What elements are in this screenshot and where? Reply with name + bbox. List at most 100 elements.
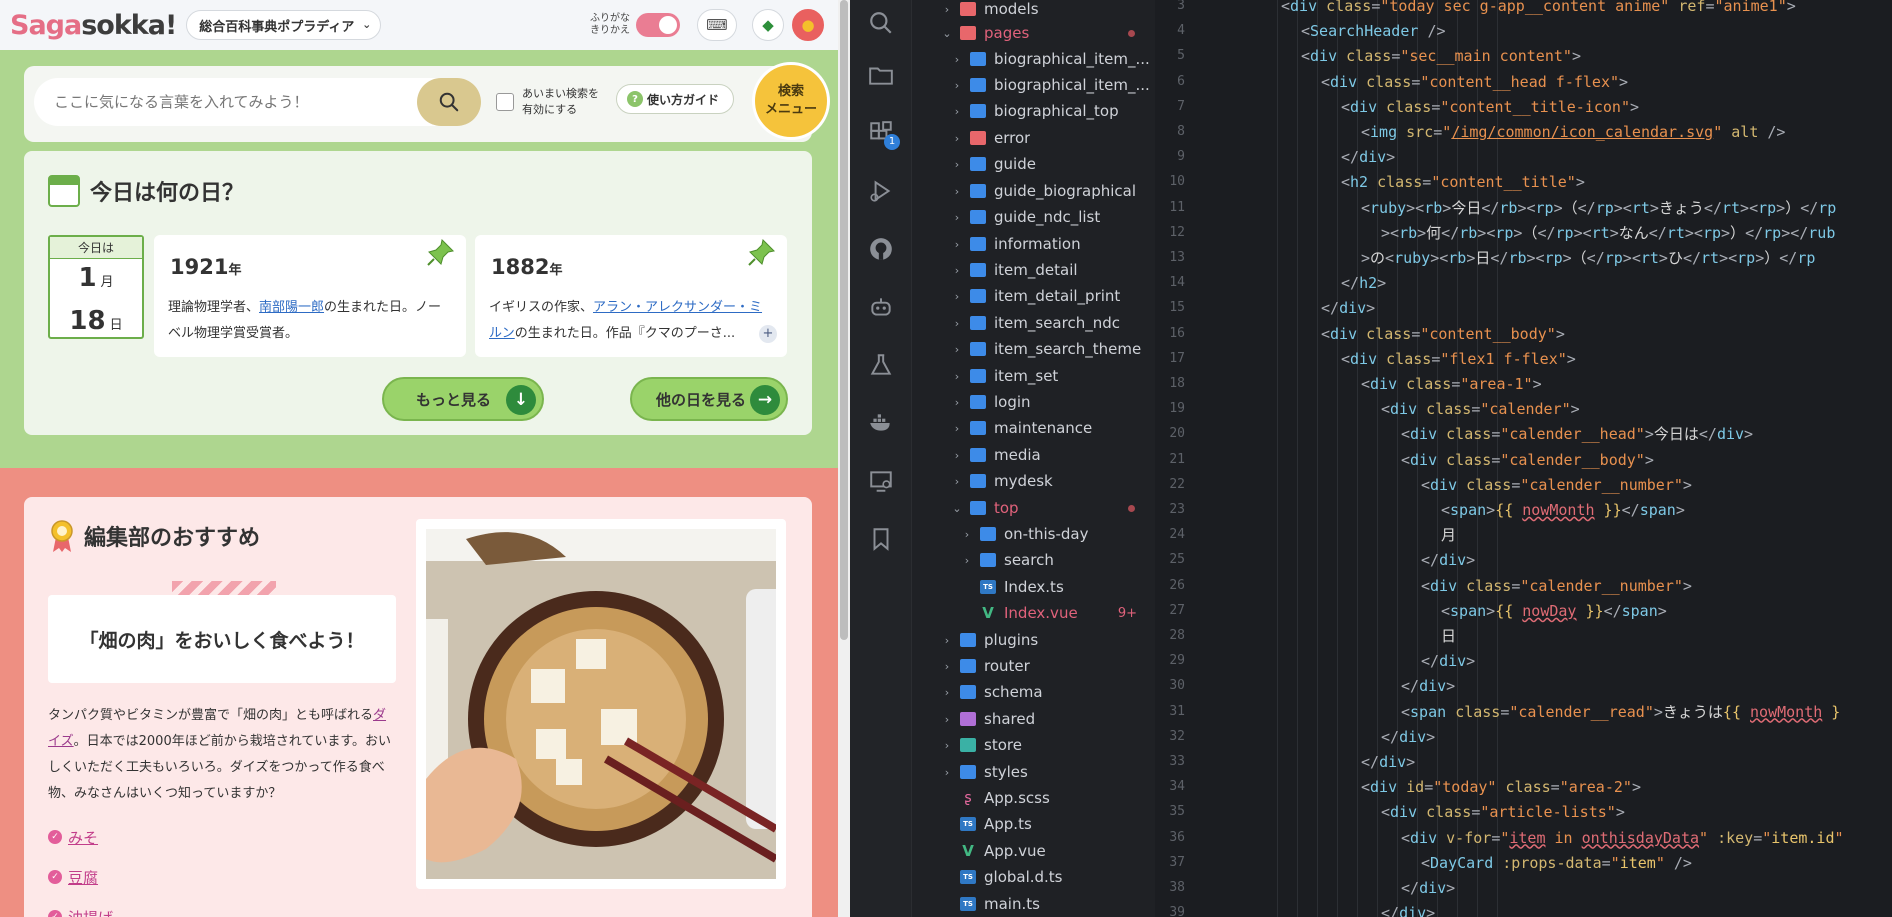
activity-search[interactable] xyxy=(850,0,912,46)
explorer-folder-row[interactable]: › item_detail xyxy=(912,257,1155,283)
explorer-item-label: global.d.ts xyxy=(984,868,1063,886)
furigana-toggle[interactable] xyxy=(636,13,680,37)
code-editor[interactable]: 3 4 5 6 7 8 9 10 11 12 13 14 15 16 17 18 19 20 21 22 23 24 25 2… xyxy=(1155,0,1892,917)
explorer-folder-row[interactable]: ⌄ pages xyxy=(912,20,1155,46)
explorer-folder-row[interactable]: › media xyxy=(912,442,1155,468)
related-link[interactable]: ✓ みそ xyxy=(48,817,113,857)
code-line: <div class="sec__main content"> xyxy=(1301,47,1581,66)
usage-guide-button[interactable]: ? 使い方ガイド xyxy=(616,84,735,114)
web-scrollbar-thumb[interactable] xyxy=(840,0,848,640)
activity-github[interactable] xyxy=(850,226,912,272)
explorer-folder-row[interactable]: ⌄ top xyxy=(912,495,1155,521)
search-icon xyxy=(870,12,892,34)
related-link[interactable]: ✓ 豆腐 xyxy=(48,857,113,897)
activity-testing[interactable] xyxy=(850,342,912,388)
calendar-head: 今日は xyxy=(50,237,142,259)
vue-file-icon: V xyxy=(982,604,994,622)
site-logo[interactable]: Sagasokka! xyxy=(10,10,177,41)
explorer-folder-row[interactable]: › router xyxy=(912,653,1155,679)
explorer-folder-row[interactable]: › mydesk xyxy=(912,468,1155,494)
day-card[interactable]: 1921年 理論物理学者、南部陽一郎の生まれた日。ノーベル物理学賞受賞者。 xyxy=(154,235,466,357)
explorer-folder-row[interactable]: › error xyxy=(912,125,1155,151)
explorer-item-label: item_set xyxy=(994,367,1059,385)
line-number: 36 xyxy=(1169,829,1185,845)
activity-bookmarks[interactable] xyxy=(850,516,912,562)
explorer-folder-row[interactable]: › biographical_item_... xyxy=(912,72,1155,98)
activity-run-debug[interactable] xyxy=(850,168,912,214)
explorer-item-label: biographical_item_... xyxy=(994,50,1150,68)
web-scrollbar[interactable] xyxy=(838,0,850,917)
article-headline[interactable]: 「畑の肉」をおいしく食べよう！ xyxy=(48,595,396,683)
search-input[interactable] xyxy=(54,78,434,126)
related-link[interactable]: ✓ 油揚げ xyxy=(48,897,113,917)
beginner-mode-button[interactable]: ◆ xyxy=(752,9,784,41)
explorer-file-row[interactable]: TS Index.ts xyxy=(912,574,1155,600)
keyboard-button[interactable]: ⌨ xyxy=(697,9,737,41)
explorer-file-row[interactable]: V App.vue xyxy=(912,838,1155,864)
explorer-folder-row[interactable]: › models xyxy=(912,0,1155,22)
explorer-folder-row[interactable]: › item_search_ndc xyxy=(912,310,1155,336)
fuzzy-search-option[interactable]: あいまい検索を 有効にする xyxy=(496,86,599,118)
code-line: <div v-for="item in onthisdayData" :key=… xyxy=(1401,828,1844,847)
explorer-item-label: item_search_ndc xyxy=(994,314,1120,332)
activity-remote-explorer[interactable] xyxy=(850,458,912,504)
activity-docker[interactable] xyxy=(850,400,912,446)
explorer-folder-row[interactable]: › login xyxy=(912,389,1155,415)
explorer-folder-row[interactable]: › plugins xyxy=(912,627,1155,653)
bookmark-icon xyxy=(873,528,889,551)
line-number: 3 xyxy=(1177,0,1185,13)
explorer-folder-row[interactable]: › item_set xyxy=(912,363,1155,389)
line-number: 20 xyxy=(1169,426,1185,442)
other-days-button[interactable]: 他の日を見る → xyxy=(630,377,788,421)
line-number: 32 xyxy=(1169,728,1185,744)
see-more-button[interactable]: もっと見る ↓ xyxy=(382,377,544,421)
explorer-folder-row[interactable]: › guide xyxy=(912,151,1155,177)
code-line: <span>{{ nowDay }}</span> xyxy=(1441,601,1667,620)
explorer-file-row[interactable]: V Index.vue 9+ xyxy=(912,600,1155,626)
explorer-folder-row[interactable]: › guide_biographical xyxy=(912,178,1155,204)
explorer-file-row[interactable]: TS main.ts xyxy=(912,891,1155,917)
search-button[interactable] xyxy=(417,78,481,126)
day-card-link[interactable]: 南部陽一郎 xyxy=(259,300,324,315)
line-number: 8 xyxy=(1177,124,1185,139)
explorer-folder-row[interactable]: › guide_ndc_list xyxy=(912,204,1155,230)
explorer-folder-row[interactable]: › item_detail_print xyxy=(912,283,1155,309)
explorer-folder-row[interactable]: › styles xyxy=(912,759,1155,785)
modified-dot-icon xyxy=(1128,29,1135,37)
code-line: <div class="area-1"> xyxy=(1361,375,1542,393)
explorer-folder-row[interactable]: › store xyxy=(912,732,1155,758)
explorer-folder-row[interactable]: › on-this-day xyxy=(912,521,1155,547)
explorer-item-label: schema xyxy=(984,683,1043,701)
explorer-item-label: guide_ndc_list xyxy=(994,208,1101,226)
search-menu-button[interactable]: 検索 メニュー xyxy=(752,62,830,140)
explorer-folder-row[interactable]: › biographical_item_... xyxy=(912,46,1155,72)
explorer-item-label: models xyxy=(984,0,1039,18)
expand-plus-icon[interactable]: + xyxy=(759,325,777,343)
activity-extensions[interactable]: 1 xyxy=(850,110,912,156)
explorer-folder-row[interactable]: › shared xyxy=(912,706,1155,732)
user-menu-button[interactable]: ● xyxy=(792,9,824,41)
explorer-folder-row[interactable]: › schema xyxy=(912,679,1155,705)
dictionary-select[interactable]: 総合百科事典ポプラディア ⌄ xyxy=(186,10,382,40)
file-explorer: › models ⌄ pages › biographical_item_... › biog… xyxy=(912,0,1155,917)
activity-copilot[interactable] xyxy=(850,284,912,330)
explorer-file-row[interactable]: ʂ App.scss xyxy=(912,785,1155,811)
code-line: <div class="content__head f-flex"> xyxy=(1321,72,1629,91)
code-line: </div> xyxy=(1341,148,1396,167)
fuzzy-search-checkbox[interactable] xyxy=(496,93,514,111)
explorer-folder-row[interactable]: › information xyxy=(912,231,1155,257)
code-line: </div> xyxy=(1401,879,1456,897)
explorer-folder-row[interactable]: › search xyxy=(912,547,1155,573)
code-line: <DayCard :props-data="item" /> xyxy=(1421,853,1692,872)
explorer-folder-row[interactable]: › item_search_theme xyxy=(912,336,1155,362)
folder-icon xyxy=(869,67,893,85)
code-line: <div class="content__title-icon"> xyxy=(1341,97,1640,116)
day-card[interactable]: 1882年 イギリスの作家、アラン・アレクサンダー・ミルンの生まれた日。作品『ク… xyxy=(475,235,787,357)
explorer-item-label: Index.ts xyxy=(1004,578,1064,596)
explorer-file-row[interactable]: TS App.ts xyxy=(912,811,1155,837)
explorer-folder-row[interactable]: › maintenance xyxy=(912,415,1155,441)
today-title: 今日は何の日？ xyxy=(48,175,244,207)
explorer-file-row[interactable]: TS global.d.ts xyxy=(912,864,1155,890)
activity-explorer[interactable] xyxy=(850,52,912,98)
explorer-folder-row[interactable]: › biographical_top xyxy=(912,98,1155,124)
